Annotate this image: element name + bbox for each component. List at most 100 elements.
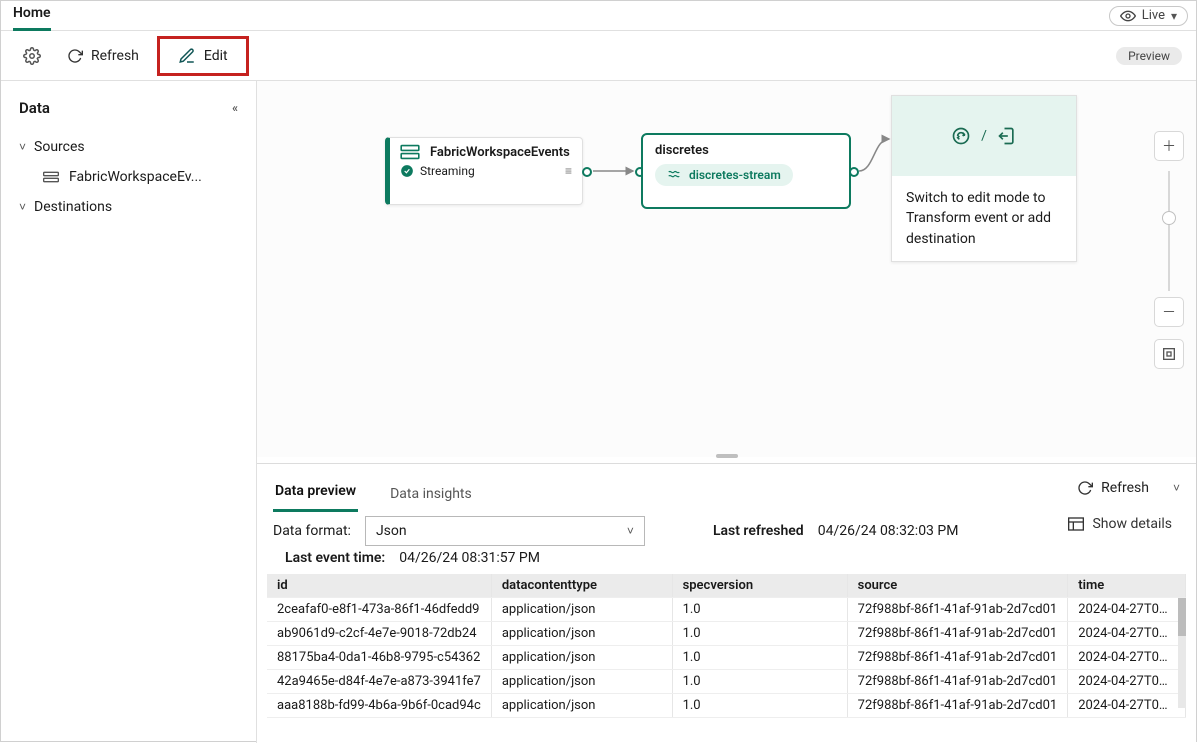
- cell-specversion: 1.0: [672, 646, 847, 670]
- stream-chip-label: discretes-stream: [689, 168, 781, 182]
- sidebar-item-source[interactable]: FabricWorkspaceEv...: [11, 159, 246, 189]
- source-item-label: FabricWorkspaceEv...: [69, 169, 202, 185]
- cell-datacontenttype: application/json: [491, 694, 672, 718]
- stream-output-port[interactable]: [849, 167, 859, 177]
- cell-datacontenttype: application/json: [491, 646, 672, 670]
- refresh-button[interactable]: Refresh: [59, 44, 147, 68]
- col-datacontenttype[interactable]: datacontenttype: [491, 574, 672, 598]
- cell-id: ab9061d9-c2cf-4e7e-9018-72db24: [267, 622, 491, 646]
- tab-data-insights[interactable]: Data insights: [388, 474, 474, 512]
- edit-label: Edit: [204, 48, 228, 64]
- live-label: Live: [1142, 8, 1165, 23]
- stream-icon: [667, 168, 681, 182]
- node-source[interactable]: FabricWorkspaceEvents Streaming ≡: [385, 137, 583, 205]
- cell-time: 2024-04-27T0…: [1068, 694, 1186, 718]
- table-row[interactable]: 42a9465e-d84f-4e7e-a873-3941fe7applicati…: [267, 670, 1186, 694]
- cell-source: 72f988bf-86f1-41af-91ab-2d7cd01: [847, 598, 1068, 622]
- collapse-sidebar-icon[interactable]: «: [232, 101, 238, 115]
- refresh-icon: [1077, 480, 1093, 496]
- slash-separator: /: [981, 128, 987, 144]
- chevron-down-icon: ˅: [19, 200, 26, 214]
- data-format-label: Data format:: [273, 523, 351, 539]
- cell-time: 2024-04-27T0…: [1068, 622, 1186, 646]
- table-scrollbar[interactable]: [1178, 598, 1186, 708]
- cell-source: 72f988bf-86f1-41af-91ab-2d7cd01: [847, 670, 1068, 694]
- show-details-button[interactable]: Show details: [1068, 516, 1172, 532]
- data-table[interactable]: id datacontenttype specversion source ti…: [267, 574, 1186, 743]
- show-details-label: Show details: [1092, 516, 1172, 532]
- cell-time: 2024-04-27T0…: [1068, 598, 1186, 622]
- cell-source: 72f988bf-86f1-41af-91ab-2d7cd01: [847, 622, 1068, 646]
- settings-button[interactable]: [15, 43, 49, 69]
- link-source-to-stream: [593, 161, 641, 181]
- sidebar-section-sources[interactable]: ˅ Sources: [11, 129, 246, 159]
- source-node-title: FabricWorkspaceEvents: [430, 145, 570, 160]
- canvas-zoom-controls: ＋ －: [1154, 131, 1184, 373]
- data-format-select[interactable]: Json ˅: [365, 516, 645, 546]
- zoom-in-button[interactable]: ＋: [1154, 131, 1184, 161]
- chevron-down-icon: ˅: [19, 140, 26, 154]
- cell-id: 88175ba4-0da1-46b8-9795-c54362: [267, 646, 491, 670]
- table-row[interactable]: 2ceafaf0-e8f1-473a-86f1-46dfedd9applicat…: [267, 598, 1186, 622]
- eye-icon: [1120, 8, 1136, 24]
- source-output-port[interactable]: [582, 167, 592, 177]
- data-format-value: Json: [376, 523, 407, 539]
- cell-datacontenttype: application/json: [491, 598, 672, 622]
- col-time[interactable]: time: [1068, 574, 1186, 598]
- col-id[interactable]: id: [267, 574, 491, 598]
- edit-button[interactable]: Edit: [157, 36, 249, 76]
- chevron-down-icon[interactable]: ˅: [1173, 481, 1180, 495]
- cell-specversion: 1.0: [672, 694, 847, 718]
- table-row[interactable]: ab9061d9-c2cf-4e7e-9018-72db24applicatio…: [267, 622, 1186, 646]
- preview-refresh-label: Refresh: [1101, 480, 1149, 496]
- node-destination-placeholder[interactable]: / Switch to edit mode to Transform event…: [891, 95, 1077, 262]
- cell-time: 2024-04-27T0…: [1068, 646, 1186, 670]
- edit-icon: [178, 47, 196, 65]
- page-title: Home: [13, 1, 51, 31]
- workspace-events-icon: [400, 144, 420, 160]
- table-scrollbar-thumb[interactable]: [1178, 598, 1186, 636]
- cell-id: aaa8188b-fd99-4b6a-9b6f-0cad94c: [267, 694, 491, 718]
- fit-screen-button[interactable]: [1154, 339, 1184, 369]
- sidebar-title: Data: [19, 99, 50, 117]
- transform-icon: [951, 126, 971, 146]
- gear-icon: [23, 47, 41, 65]
- panel-splitter[interactable]: [257, 457, 1196, 463]
- cell-time: 2024-04-27T0…: [1068, 670, 1186, 694]
- preview-refresh-button[interactable]: Refresh: [1069, 476, 1157, 500]
- zoom-slider-thumb[interactable]: [1162, 211, 1176, 225]
- fit-icon: [1161, 346, 1177, 362]
- workspace-events-icon: [43, 170, 59, 184]
- cell-id: 42a9465e-d84f-4e7e-a873-3941fe7: [267, 670, 491, 694]
- cell-id: 2ceafaf0-e8f1-473a-86f1-46dfedd9: [267, 598, 491, 622]
- toolbar: Refresh Edit Preview: [1, 31, 1196, 81]
- status-ok-icon: [400, 164, 414, 178]
- sidebar: Data « ˅ Sources FabricWorkspaceEv... ˅ …: [1, 81, 257, 743]
- col-source[interactable]: source: [847, 574, 1068, 598]
- last-event-value: 04/26/24 08:31:57 PM: [399, 550, 540, 566]
- cell-source: 72f988bf-86f1-41af-91ab-2d7cd01: [847, 646, 1068, 670]
- cell-specversion: 1.0: [672, 598, 847, 622]
- destination-hint: Switch to edit mode to Transform event o…: [892, 176, 1076, 261]
- main: FabricWorkspaceEvents Streaming ≡: [257, 81, 1196, 743]
- node-menu-icon[interactable]: ≡: [565, 164, 572, 178]
- cell-datacontenttype: application/json: [491, 670, 672, 694]
- refresh-label: Refresh: [91, 48, 139, 64]
- tab-data-preview[interactable]: Data preview: [273, 471, 358, 512]
- zoom-out-button[interactable]: －: [1154, 297, 1184, 327]
- live-mode-toggle[interactable]: Live ▾: [1109, 6, 1188, 26]
- chevron-down-icon: ˅: [627, 524, 634, 538]
- output-icon: [997, 126, 1017, 146]
- last-refreshed-label: Last refreshed: [713, 523, 804, 539]
- table-row[interactable]: 88175ba4-0da1-46b8-9795-c54362applicatio…: [267, 646, 1186, 670]
- cell-source: 72f988bf-86f1-41af-91ab-2d7cd01: [847, 694, 1068, 718]
- zoom-slider[interactable]: [1168, 171, 1170, 291]
- node-stream[interactable]: discretes discretes-stream: [641, 133, 851, 209]
- preview-badge: Preview: [1116, 47, 1182, 65]
- table-row[interactable]: aaa8188b-fd99-4b6a-9b6f-0cad94capplicati…: [267, 694, 1186, 718]
- canvas[interactable]: FabricWorkspaceEvents Streaming ≡: [257, 81, 1196, 457]
- sidebar-section-destinations[interactable]: ˅ Destinations: [11, 189, 246, 219]
- cell-datacontenttype: application/json: [491, 622, 672, 646]
- stream-chip[interactable]: discretes-stream: [655, 164, 793, 186]
- col-specversion[interactable]: specversion: [672, 574, 847, 598]
